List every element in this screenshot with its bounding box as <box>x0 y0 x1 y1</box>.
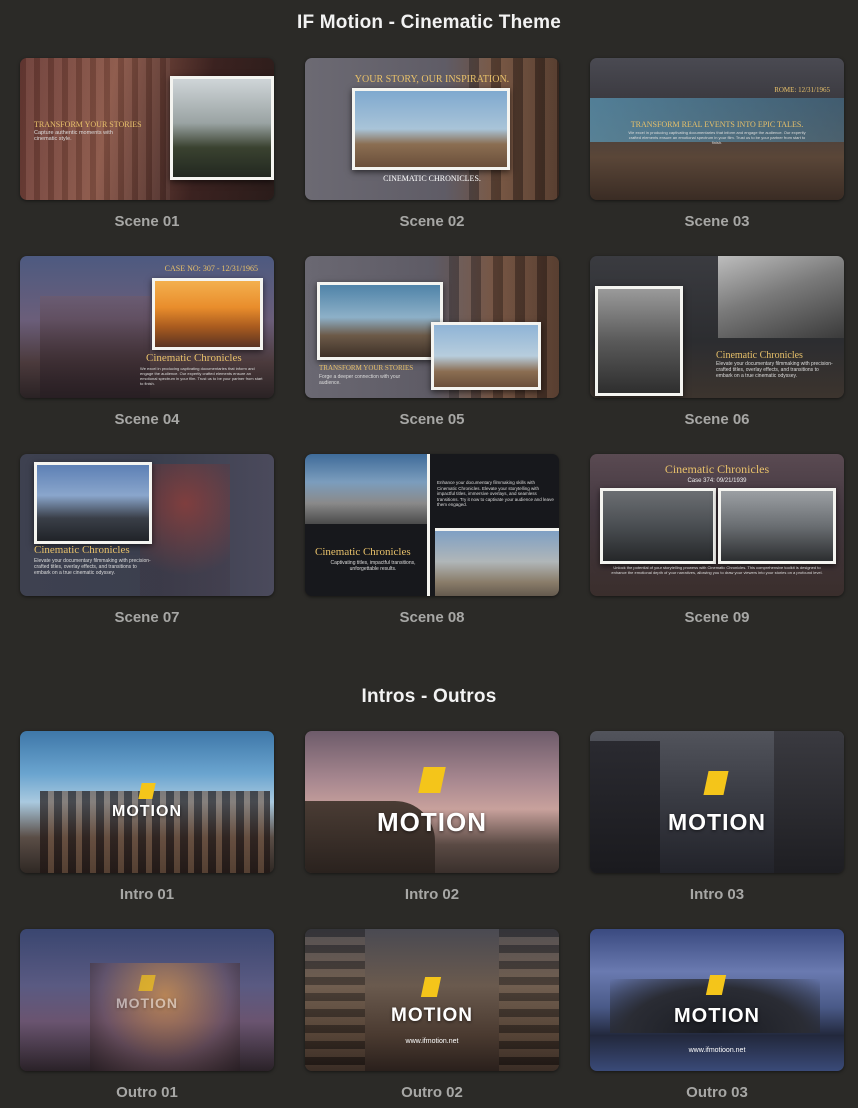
scene-09-body: Unlock the potential of your storytellin… <box>611 565 823 575</box>
outro-03-logo: MOTION <box>674 1005 760 1027</box>
outro-01-label: Outro 01 <box>116 1084 178 1101</box>
scene-01-label: Scene 01 <box>114 213 180 230</box>
scene-01-body: Capture authentic moments with cinematic… <box>34 130 113 142</box>
intro-03-logo: MOTION <box>668 809 766 835</box>
scene-08-label: Scene 08 <box>399 609 465 626</box>
scene-02-thumbnail[interactable]: YOUR STORY, OUR INSPIRATION. CINEMATIC C… <box>305 58 559 200</box>
intro-03-thumbnail[interactable]: MOTION <box>590 731 844 873</box>
intro-01-logo: MOTION <box>112 803 182 820</box>
scene-04-headline: Cinematic Chronicles <box>146 352 242 364</box>
scene-06-label: Scene 06 <box>684 411 750 428</box>
intro-02-label: Intro 02 <box>404 886 460 903</box>
outro-03-thumbnail[interactable]: MOTION www.ifmotioon.net <box>590 929 844 1071</box>
outro-01-thumbnail[interactable]: MOTION <box>20 929 274 1071</box>
outro-01-logo: MOTION <box>116 995 178 1011</box>
outro-03-label: Outro 03 <box>686 1084 748 1101</box>
scene-03-date: ROME: 12/31/1965 <box>774 86 830 94</box>
scene-04-thumbnail[interactable]: CASE NO: 307 - 12/31/1965 Cinematic Chro… <box>20 256 274 398</box>
scene-01-thumbnail[interactable]: TRANSFORM YOUR STORIES Capture authentic… <box>20 58 274 200</box>
scene-05-headline: TRANSFORM YOUR STORIES <box>319 364 414 372</box>
scene-05-thumbnail[interactable]: TRANSFORM YOUR STORIES Forge a deeper co… <box>305 256 559 398</box>
intro-03-label: Intro 03 <box>689 886 745 903</box>
scene-07-body: Elevate your documentary filmmaking with… <box>34 558 151 576</box>
outro-02-thumbnail[interactable]: MOTION www.ifmotion.net <box>305 929 559 1071</box>
scene-09-label: Scene 09 <box>684 609 750 626</box>
scene-06-thumbnail[interactable]: Cinematic Chronicles Elevate your docume… <box>590 256 844 398</box>
scene-06-headline: Cinematic Chronicles <box>716 350 803 361</box>
outro-02-website: www.ifmotion.net <box>405 1038 459 1045</box>
intros-section-title: Intros - Outros <box>361 686 497 707</box>
scene-03-label: Scene 03 <box>684 213 750 230</box>
scene-08-side-text: Enhance your documentary filmmaking skil… <box>437 480 554 507</box>
scene-07-headline: Cinematic Chronicles <box>34 544 130 556</box>
scene-07-thumbnail[interactable]: Cinematic Chronicles Elevate your docume… <box>20 454 274 596</box>
scene-08-headline: Cinematic Chronicles <box>315 546 411 558</box>
scene-02-label: Scene 02 <box>399 213 465 230</box>
outro-02-label: Outro 02 <box>401 1084 463 1101</box>
scene-07-label: Scene 07 <box>114 609 180 626</box>
scene-03-headline: TRANSFORM REAL EVENTS INTO EPIC TALES. <box>630 120 804 129</box>
scene-08-thumbnail[interactable]: Enhance your documentary filmmaking skil… <box>305 454 559 596</box>
scene-05-body: Forge a deeper connection with your audi… <box>319 374 401 386</box>
scene-01-headline: TRANSFORM YOUR STORIES <box>34 120 142 129</box>
scene-02-headline: YOUR STORY, OUR INSPIRATION. <box>354 74 510 85</box>
outro-03-website: www.ifmotioon.net <box>688 1047 746 1054</box>
scene-09-headline: Cinematic Chronicles <box>664 462 770 476</box>
scenes-section-title: IF Motion - Cinematic Theme <box>296 12 562 33</box>
scene-04-case: CASE NO: 307 - 12/31/1965 <box>164 264 258 273</box>
intro-01-label: Intro 01 <box>119 886 175 903</box>
scene-02-footer: CINEMATIC CHRONICLES. <box>383 174 481 183</box>
scene-09-thumbnail[interactable]: Cinematic Chronicles Case 374: 09/21/193… <box>590 454 844 596</box>
intro-02-logo: MOTION <box>377 807 487 837</box>
scene-05-label: Scene 05 <box>399 411 465 428</box>
logo-mark-icon <box>420 977 442 997</box>
scene-03-thumbnail[interactable]: ROME: 12/31/1965 TRANSFORM REAL EVENTS I… <box>590 58 844 200</box>
intro-02-thumbnail[interactable]: MOTION <box>305 731 559 873</box>
scene-08-body: Captivating titles, impactful transition… <box>330 560 416 572</box>
scene-06-body: Elevate your documentary filmmaking with… <box>716 361 833 379</box>
scene-09-case: Case 374: 09/21/1939 <box>687 478 747 484</box>
scene-04-body: We excel in producing captivating docume… <box>140 366 263 386</box>
logo-mark-icon <box>703 771 729 795</box>
outro-02-logo: MOTION <box>391 1005 473 1026</box>
logo-mark-icon <box>418 767 446 793</box>
scene-04-label: Scene 04 <box>114 411 180 428</box>
intro-01-thumbnail[interactable]: MOTION <box>20 731 274 873</box>
scene-03-body: We excel in producing captivating docume… <box>628 130 806 145</box>
